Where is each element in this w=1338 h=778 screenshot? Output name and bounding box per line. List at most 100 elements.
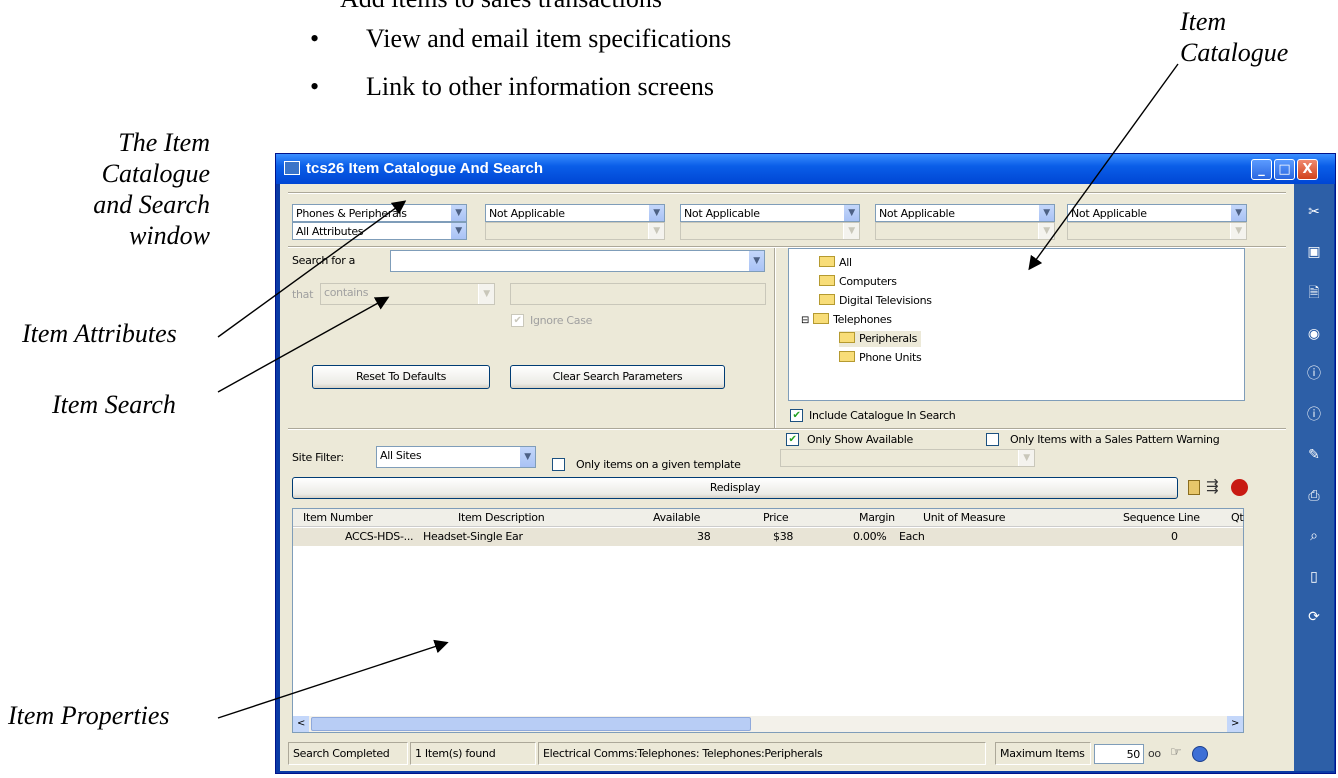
binoculars-icon[interactable]: oo [1148,747,1161,760]
tree-item-peripherals[interactable]: Peripherals [839,331,922,347]
close-button[interactable]: X [1297,159,1318,180]
column-unit-of-measure[interactable]: Unit of Measure [923,511,1006,524]
tree-label: Digital Televisions [839,294,932,307]
cell-description: Headset-Single Ear [423,530,523,543]
column-price[interactable]: Price [763,511,789,524]
attribute-filter-1[interactable]: Not Applicable ▼ [485,204,665,222]
table-row[interactable]: ACCS-HDS-... Headset-Single Ear 38 $38 0… [293,528,1243,546]
chevron-down-icon: ▼ [648,205,664,221]
chevron-down-icon: ▼ [450,205,466,221]
export-icon[interactable]: ⇶ [1206,477,1219,495]
ignore-case-checkbox: ✔ [511,314,524,327]
catalogue-tree[interactable]: All Computers Digital Televisions ⊟ Telep… [788,248,1245,401]
cell-sequence: 0 [1171,530,1178,543]
scroll-right-button[interactable]: > [1227,716,1243,732]
attributes-select[interactable]: All Attributes ▼ [292,222,467,240]
clipboard-icon[interactable] [1188,480,1200,495]
help-icon[interactable] [1192,746,1208,762]
column-qty[interactable]: Qt [1231,511,1244,524]
column-sequence-line[interactable]: Sequence Line [1123,511,1200,524]
bullet-item-specifications: View and email item specifications [366,24,732,53]
attribute-value-3: ▼ [875,222,1055,240]
cell-margin: 0.00% [853,530,887,543]
category-select[interactable]: Phones & Peripherals ▼ [292,204,467,222]
title-bar[interactable]: tcs26 Item Catalogue And Search _ □ X [276,154,1335,184]
zoom-icon[interactable]: ⌕ [1303,526,1325,548]
scroll-thumb[interactable] [311,717,751,731]
sales-warning-label: Only Items with a Sales Pattern Warning [1010,433,1220,446]
vertical-divider [774,248,776,428]
sales-warning-checkbox[interactable] [986,433,999,446]
scroll-left-button[interactable]: < [293,716,309,732]
tree-label: Computers [839,275,897,288]
document-icon[interactable]: 🗎 [1303,283,1325,305]
print-icon[interactable]: ⎙ [1303,486,1325,508]
callout-properties: Item Properties [8,701,170,730]
search-input[interactable]: ▼ [390,250,765,272]
divider [288,428,1286,430]
tree-item-computers[interactable]: Computers [819,274,897,290]
cell-uom: Each [899,530,925,543]
attribute-filter-value: Not Applicable [1071,207,1147,220]
attribute-filter-4[interactable]: Not Applicable ▼ [1067,204,1247,222]
column-item-number[interactable]: Item Number [303,511,373,524]
callout-window-line: The Item [118,128,210,157]
report-icon[interactable]: ▣ [1303,242,1325,264]
attribute-value-4: ▼ [1067,222,1247,240]
only-available-checkbox[interactable]: ✔ [786,433,799,446]
globe-icon[interactable]: ◉ [1303,324,1325,346]
that-label: that [292,288,314,301]
attribute-value-1: ▼ [485,222,665,240]
client-area: Phones & Peripherals ▼ All Attributes ▼ No… [280,184,1294,771]
callout-search: Item Search [52,390,176,419]
item-catalogue-window: tcs26 Item Catalogue And Search _ □ X Ph… [275,153,1336,774]
hand-icon[interactable]: ☞ [1170,745,1182,760]
stop-icon[interactable] [1231,479,1248,496]
divider [288,192,1286,194]
page-icon[interactable]: ▯ [1303,567,1325,589]
site-filter-value: All Sites [380,449,422,462]
tree-item-digital-televisions[interactable]: Digital Televisions [819,293,932,309]
clear-search-button[interactable]: Clear Search Parameters [510,365,725,389]
column-margin[interactable]: Margin [859,511,895,524]
info-icon[interactable]: ⓘ [1303,364,1325,386]
column-available[interactable]: Available [653,511,700,524]
only-available-label: Only Show Available [807,433,913,446]
cell-available: 38 [697,530,711,543]
template-select: ▼ [780,449,1035,467]
info-icon-2[interactable]: ⓘ [1303,405,1325,427]
tree-item-telephones[interactable]: ⊟ Telephones [801,312,892,328]
chevron-down-icon: ▼ [1038,223,1054,239]
redisplay-button[interactable]: Redisplay [292,477,1178,499]
folder-icon [819,256,835,267]
column-item-description[interactable]: Item Description [458,511,545,524]
attribute-filter-2[interactable]: Not Applicable ▼ [680,204,860,222]
folder-icon [839,351,855,362]
callout-attributes: Item Attributes [22,319,177,348]
condition-value: contains [324,286,369,299]
chevron-down-icon: ▼ [1230,223,1246,239]
tree-item-phone-units[interactable]: Phone Units [839,350,922,366]
reset-defaults-button[interactable]: Reset To Defaults [312,365,490,389]
include-catalogue-checkbox[interactable]: ✔ [790,409,803,422]
category-value: Phones & Peripherals [296,207,407,220]
refresh-icon[interactable]: ⟳ [1303,607,1325,629]
window-title: tcs26 Item Catalogue And Search [306,160,544,177]
attribute-filter-3[interactable]: Not Applicable ▼ [875,204,1055,222]
condition-select: contains ▼ [320,283,495,305]
condition-value-field [510,283,766,305]
edit-icon[interactable]: ✎ [1303,445,1325,467]
tools-icon[interactable]: ✂ [1303,202,1325,224]
callout-window-line: Catalogue [101,159,210,188]
minimize-button[interactable]: _ [1251,159,1272,180]
max-items-input[interactable]: 50 [1094,744,1144,764]
maximize-button[interactable]: □ [1274,159,1295,180]
given-template-checkbox[interactable] [552,458,565,471]
tree-label: All [839,256,852,269]
tree-item-all[interactable]: All [819,255,852,271]
site-filter-select[interactable]: All Sites ▼ [376,446,536,468]
attribute-filter-value: Not Applicable [684,207,760,220]
callout-window: The Item Catalogue and Search window [40,127,210,251]
collapse-icon[interactable]: ⊟ [801,315,809,326]
horizontal-scrollbar[interactable]: < > [293,716,1243,732]
